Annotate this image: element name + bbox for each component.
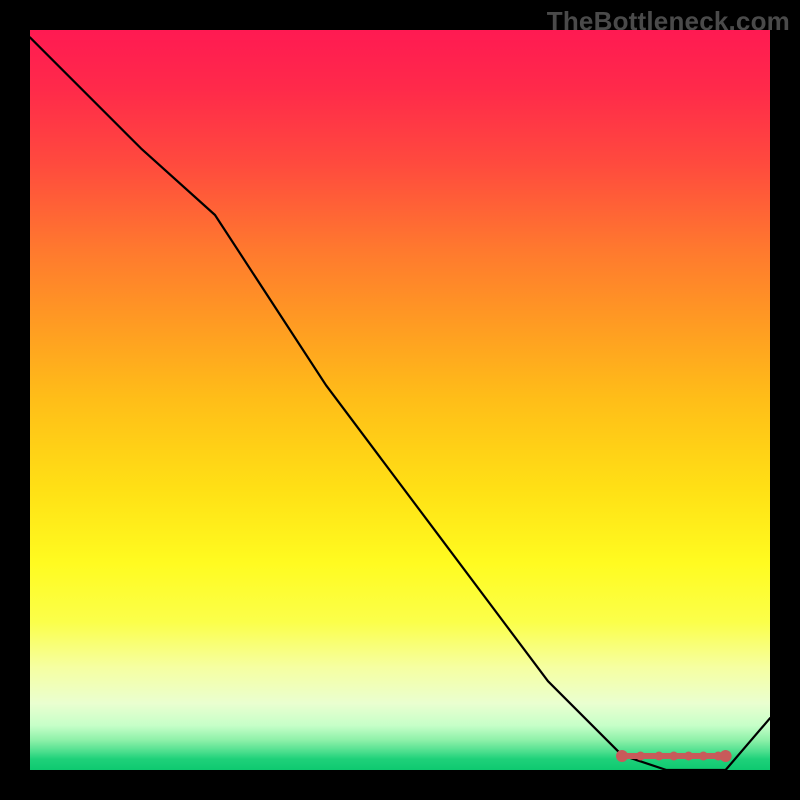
optimal-range-dot bbox=[699, 752, 708, 761]
optimal-range-dot bbox=[669, 752, 678, 761]
bottleneck-curve-line bbox=[30, 37, 770, 770]
optimal-range-dot bbox=[636, 752, 645, 761]
chart-overlay-svg bbox=[30, 30, 770, 770]
plot-area bbox=[30, 30, 770, 770]
optimal-range-dot bbox=[684, 752, 693, 761]
optimal-range-dot bbox=[720, 750, 732, 762]
chart-frame: TheBottleneck.com bbox=[0, 0, 800, 800]
optimal-range-dot bbox=[616, 750, 628, 762]
optimal-range-dot bbox=[655, 752, 664, 761]
optimal-range-marker bbox=[616, 750, 732, 762]
